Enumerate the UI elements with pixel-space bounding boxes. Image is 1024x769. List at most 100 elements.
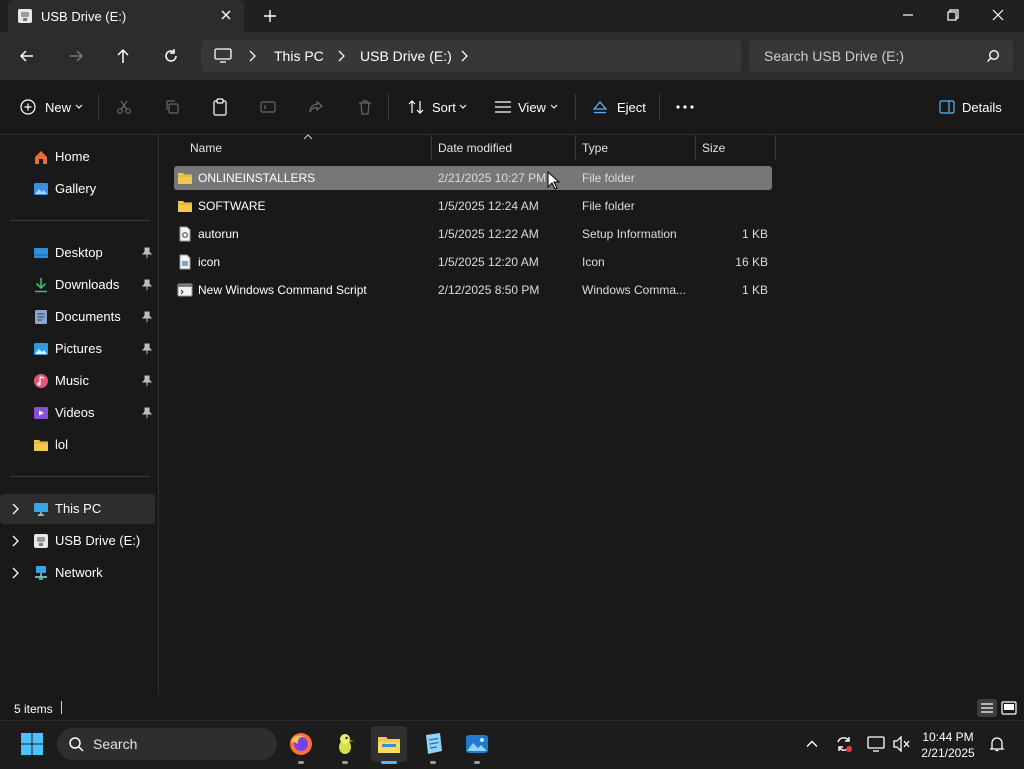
file-name: autorun <box>198 227 239 241</box>
close-tab-icon[interactable] <box>219 8 233 22</box>
column-divider[interactable] <box>431 135 432 160</box>
column-header-size[interactable]: Size <box>702 141 725 155</box>
monitor-icon <box>214 48 232 64</box>
file-row-software[interactable]: SOFTWARE 1/5/2025 12:24 AM File folder <box>174 194 772 218</box>
copy-icon[interactable] <box>164 99 180 115</box>
search-input[interactable]: Search USB Drive (E:) <box>749 40 1013 72</box>
network-status-icon[interactable] <box>867 736 885 752</box>
file-list-area <box>158 135 1024 695</box>
sidebar-item-videos[interactable]: Videos <box>0 398 155 428</box>
notification-bell-icon[interactable] <box>989 736 1005 752</box>
search-icon <box>986 49 1000 63</box>
breadcrumb[interactable]: This PC USB Drive (E:) <box>201 40 741 72</box>
sidebar-item-music[interactable]: Music <box>0 366 155 396</box>
file-row-autorun[interactable]: autorun 1/5/2025 12:22 AM Setup Informat… <box>174 222 772 246</box>
pin-icon[interactable] <box>142 343 152 355</box>
chevron-right-icon[interactable] <box>459 50 469 62</box>
chevron-right-icon[interactable] <box>11 503 19 515</box>
sidebar-item-gallery[interactable]: Gallery <box>0 174 155 204</box>
start-windows-icon[interactable] <box>20 732 44 756</box>
home-icon <box>33 149 49 165</box>
up-arrow-icon[interactable] <box>113 46 133 66</box>
sort-button[interactable]: Sort <box>400 92 474 122</box>
desktop-icon <box>33 245 49 261</box>
sidebar-item-downloads[interactable]: Downloads <box>0 270 155 300</box>
paste-icon[interactable] <box>212 98 228 116</box>
pin-icon[interactable] <box>142 375 152 387</box>
close-window-icon[interactable] <box>991 8 1005 22</box>
sidebar-item-home[interactable]: Home <box>0 142 155 172</box>
delete-icon[interactable] <box>357 99 373 115</box>
sidebar-item-documents[interactable]: Documents <box>0 302 155 332</box>
file-row-icon[interactable]: icon 1/5/2025 12:20 AM Icon 16 KB <box>174 250 772 274</box>
tab-usb-drive[interactable]: USB Drive (E:) <box>8 0 244 32</box>
photos-icon[interactable] <box>465 732 489 756</box>
file-type: Icon <box>582 255 605 269</box>
column-divider[interactable] <box>775 135 776 160</box>
file-date: 1/5/2025 12:24 AM <box>438 199 539 213</box>
tiles-view-toggle[interactable] <box>1000 699 1018 717</box>
icon-file-icon <box>177 254 193 270</box>
new-tab-icon[interactable] <box>262 8 278 24</box>
network-icon <box>33 565 49 581</box>
sidebar-item-pictures[interactable]: Pictures <box>0 334 155 364</box>
cut-icon[interactable] <box>116 99 132 115</box>
file-row-cmd-script[interactable]: New Windows Command Script 2/12/2025 8:5… <box>174 278 772 302</box>
sync-icon[interactable] <box>835 735 853 753</box>
divider <box>10 476 150 477</box>
running-indicator <box>342 761 348 764</box>
minimize-icon[interactable] <box>901 8 915 22</box>
file-row-onlineinstallers[interactable]: ONLINEINSTALLERS 2/21/2025 10:27 PM File… <box>174 166 772 190</box>
sidebar-item-network[interactable]: Network <box>0 558 155 588</box>
column-header-name[interactable]: Name <box>190 141 222 155</box>
file-explorer-taskbar-button[interactable] <box>371 726 407 762</box>
details-label: Details <box>962 100 1002 115</box>
file-size: 16 KB <box>735 255 768 269</box>
column-divider[interactable] <box>575 135 576 160</box>
pidgin-icon[interactable] <box>333 732 357 756</box>
firefox-icon[interactable] <box>289 732 313 756</box>
new-button[interactable]: New <box>12 92 90 122</box>
divider <box>98 94 99 120</box>
details-button[interactable]: Details <box>932 92 1012 122</box>
running-indicator <box>298 761 304 764</box>
more-options-icon[interactable] <box>676 104 694 110</box>
notepad-icon[interactable] <box>421 732 445 756</box>
taskbar-search[interactable]: Search <box>57 728 277 760</box>
chevron-up-icon[interactable] <box>805 737 819 751</box>
breadcrumb-this-pc[interactable]: This PC <box>274 48 324 64</box>
refresh-icon[interactable] <box>161 46 181 66</box>
eject-button[interactable]: Eject <box>585 92 655 122</box>
chevron-right-icon[interactable] <box>11 567 19 579</box>
chevron-right-icon[interactable] <box>247 50 257 62</box>
pin-icon[interactable] <box>142 247 152 259</box>
pin-icon[interactable] <box>142 407 152 419</box>
forward-arrow-icon[interactable] <box>66 46 86 66</box>
rename-icon[interactable] <box>260 99 276 115</box>
breadcrumb-usb-drive[interactable]: USB Drive (E:) <box>360 48 452 64</box>
column-header-date[interactable]: Date modified <box>438 141 512 155</box>
volume-muted-icon[interactable] <box>893 736 911 752</box>
share-icon[interactable] <box>308 99 324 115</box>
chevron-right-icon[interactable] <box>11 535 19 547</box>
sidebar-item-usb-drive[interactable]: USB Drive (E:) <box>0 526 155 556</box>
pin-icon[interactable] <box>142 311 152 323</box>
file-date: 1/5/2025 12:22 AM <box>438 227 539 241</box>
restore-icon[interactable] <box>946 8 960 22</box>
search-placeholder: Search USB Drive (E:) <box>764 48 905 64</box>
running-indicator <box>430 761 436 764</box>
sort-label: Sort <box>432 100 456 115</box>
sidebar-item-this-pc[interactable]: This PC <box>0 494 155 524</box>
column-divider[interactable] <box>695 135 696 160</box>
pin-icon[interactable] <box>142 279 152 291</box>
sidebar-item-desktop[interactable]: Desktop <box>0 238 155 268</box>
view-button[interactable]: View <box>487 92 565 122</box>
clock[interactable]: 10:44 PM 2/21/2025 <box>910 729 986 761</box>
back-arrow-icon[interactable] <box>17 46 37 66</box>
sidebar-item-lol[interactable]: lol <box>0 430 155 460</box>
chevron-right-icon[interactable] <box>336 50 346 62</box>
column-header-type[interactable]: Type <box>582 141 608 155</box>
details-view-toggle[interactable] <box>977 699 997 717</box>
sidebar-item-label: Videos <box>55 405 95 420</box>
sort-ascending-icon <box>303 134 313 140</box>
